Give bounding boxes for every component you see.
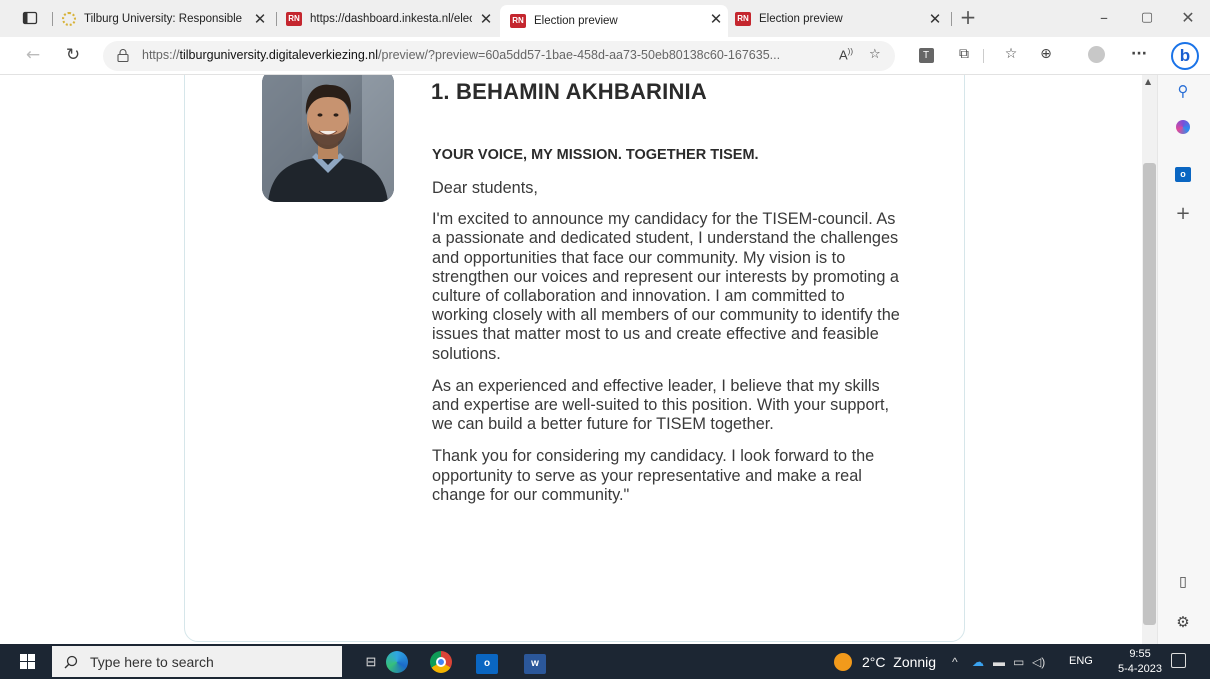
new-tab-icon[interactable]: + bbox=[956, 5, 980, 29]
candidate-photo bbox=[262, 75, 394, 202]
read-aloud-icon[interactable]: A)) bbox=[839, 47, 853, 62]
candidate-portrait-image bbox=[262, 75, 394, 202]
network-icon[interactable]: ▭ bbox=[1013, 655, 1024, 669]
language-indicator[interactable]: ENG bbox=[1069, 655, 1093, 667]
clock-time: 9:55 bbox=[1129, 648, 1151, 660]
tab-separator bbox=[276, 12, 277, 26]
sidebar-settings-gear-icon[interactable]: ⚙ bbox=[1172, 611, 1194, 633]
scrollbar-thumb[interactable] bbox=[1143, 163, 1156, 625]
favorites-icon[interactable]: ☆ bbox=[1000, 46, 1022, 66]
tab-dashboard-inkesta[interactable]: RN https://dashboard.inkesta.nl/elec ✕ bbox=[286, 5, 498, 33]
tab-title: Tilburg University: Responsible a bbox=[84, 13, 244, 25]
minimize-icon[interactable]: – bbox=[1092, 8, 1116, 27]
tab-strip: Tilburg University: Responsible a ✕ RN h… bbox=[0, 0, 1210, 37]
tab-actions-icon[interactable] bbox=[22, 10, 38, 26]
toolbar-separator bbox=[983, 49, 984, 63]
refresh-icon[interactable]: ↻ bbox=[62, 45, 84, 65]
sunny-weather-icon bbox=[834, 653, 852, 671]
windows-start-icon[interactable] bbox=[20, 654, 35, 669]
search-placeholder: Type here to search bbox=[90, 653, 214, 670]
bing-label: b bbox=[1179, 46, 1191, 65]
outlook-app-icon[interactable]: o bbox=[474, 649, 500, 675]
clock-date: 5-4-2023 bbox=[1118, 663, 1163, 675]
edge-app-icon[interactable] bbox=[384, 649, 410, 675]
tab-election-preview-active[interactable]: RN Election preview ✕ bbox=[500, 5, 728, 37]
tab-separator bbox=[951, 12, 952, 26]
close-icon[interactable]: ✕ bbox=[708, 10, 724, 28]
more-menu-icon[interactable]: ··· bbox=[1128, 46, 1150, 66]
statement-paragraph: As an experienced and effective leader, … bbox=[432, 376, 890, 434]
greeting-text: Dear students, bbox=[432, 179, 538, 197]
url-text[interactable]: https://tilburguniversity.digitaleverkie… bbox=[142, 48, 832, 62]
sidebar-toggle-icon[interactable]: ▯ bbox=[1172, 571, 1194, 593]
volume-icon[interactable]: ◁) bbox=[1032, 655, 1045, 669]
close-icon[interactable]: ✕ bbox=[927, 10, 943, 28]
sidebar-outlook-icon[interactable]: o bbox=[1172, 161, 1194, 183]
favorite-star-icon[interactable]: ☆ bbox=[869, 47, 881, 62]
page-viewport: 1. BEHAMIN AKHBARINIA YOUR VOICE, MY MIS… bbox=[0, 75, 1142, 644]
browser-toolbar: ← ↻ https://tilburguniversity.digitaleve… bbox=[0, 37, 1210, 75]
address-bar[interactable]: https://tilburguniversity.digitaleverkie… bbox=[103, 41, 895, 71]
restore-icon[interactable]: ▢ bbox=[1135, 10, 1159, 25]
url-prefix: https:// bbox=[142, 48, 180, 62]
url-host: tilburguniversity.digitaleverkiezing.nl bbox=[179, 48, 379, 62]
lock-icon bbox=[117, 49, 129, 62]
weather-widget[interactable]: 2°C Zonnig bbox=[834, 653, 936, 671]
candidate-tagline: YOUR VOICE, MY MISSION. TOGETHER TISEM. bbox=[432, 147, 759, 163]
notification-center-icon[interactable] bbox=[1171, 653, 1186, 668]
weather-text: 2°C Zonnig bbox=[862, 654, 937, 670]
candidate-statement: Dear students, I'm excited to announce m… bbox=[432, 179, 902, 518]
battery-icon[interactable]: ▬ bbox=[993, 655, 1005, 669]
bing-chat-icon[interactable]: b bbox=[1171, 42, 1199, 70]
window-close-icon[interactable]: ✕ bbox=[1176, 8, 1200, 27]
statement-paragraph: I'm excited to announce my candidacy for… bbox=[432, 210, 900, 363]
task-view-icon[interactable]: ⊟ bbox=[358, 649, 384, 675]
tab-election-preview[interactable]: RN Election preview ✕ bbox=[735, 5, 947, 33]
sidebar-copilot-icon[interactable] bbox=[1172, 118, 1194, 140]
profile-avatar-icon[interactable] bbox=[1085, 46, 1107, 66]
close-icon[interactable]: ✕ bbox=[478, 10, 494, 28]
word-app-icon[interactable]: w bbox=[522, 649, 548, 675]
extension-tile-icon[interactable]: T bbox=[915, 46, 937, 66]
read-aloud-label: A bbox=[839, 47, 848, 63]
tab-separator bbox=[52, 12, 53, 26]
taskbar-search-box[interactable]: Type here to search bbox=[52, 646, 342, 677]
collections-icon[interactable]: ⊕ bbox=[1035, 46, 1057, 66]
tab-tilburg-university[interactable]: Tilburg University: Responsible a ✕ bbox=[62, 5, 272, 33]
rn-favicon-icon: RN bbox=[735, 12, 751, 26]
extensions-puzzle-icon[interactable]: ⧉ bbox=[953, 46, 975, 66]
rn-favicon-icon: RN bbox=[510, 14, 526, 28]
tab-title: Election preview bbox=[759, 13, 843, 25]
sidebar-search-icon[interactable]: ⚲ bbox=[1172, 80, 1194, 102]
windows-taskbar: Type here to search ⊟ o w 2°C Zonnig ^ ☁… bbox=[0, 644, 1210, 679]
onedrive-cloud-icon[interactable]: ☁ bbox=[972, 655, 984, 669]
tray-chevron-up-icon[interactable]: ^ bbox=[952, 655, 958, 669]
sun-favicon-icon bbox=[62, 12, 76, 26]
rn-favicon-icon: RN bbox=[286, 12, 302, 26]
statement-paragraph: Thank you for considering my candidacy. … bbox=[432, 447, 875, 504]
extension-tile-label: T bbox=[918, 48, 934, 63]
tab-title: Election preview bbox=[534, 15, 618, 27]
url-path: /preview/?preview=60a5dd57-1bae-458d-aa7… bbox=[378, 48, 781, 62]
more-label: ··· bbox=[1131, 46, 1147, 62]
sidebar-add-icon[interactable]: + bbox=[1172, 203, 1194, 225]
system-clock[interactable]: 9:55 5-4-2023 bbox=[1118, 647, 1162, 677]
candidate-name: 1. BEHAMIN AKHBARINIA bbox=[431, 79, 707, 104]
chrome-app-icon[interactable] bbox=[428, 649, 454, 675]
search-icon bbox=[64, 655, 78, 668]
tab-title: https://dashboard.inkesta.nl/elec bbox=[310, 13, 472, 25]
back-icon[interactable]: ← bbox=[22, 45, 44, 65]
scroll-up-arrow-icon[interactable]: ▲ bbox=[1145, 77, 1151, 86]
close-icon[interactable]: ✕ bbox=[252, 10, 268, 28]
